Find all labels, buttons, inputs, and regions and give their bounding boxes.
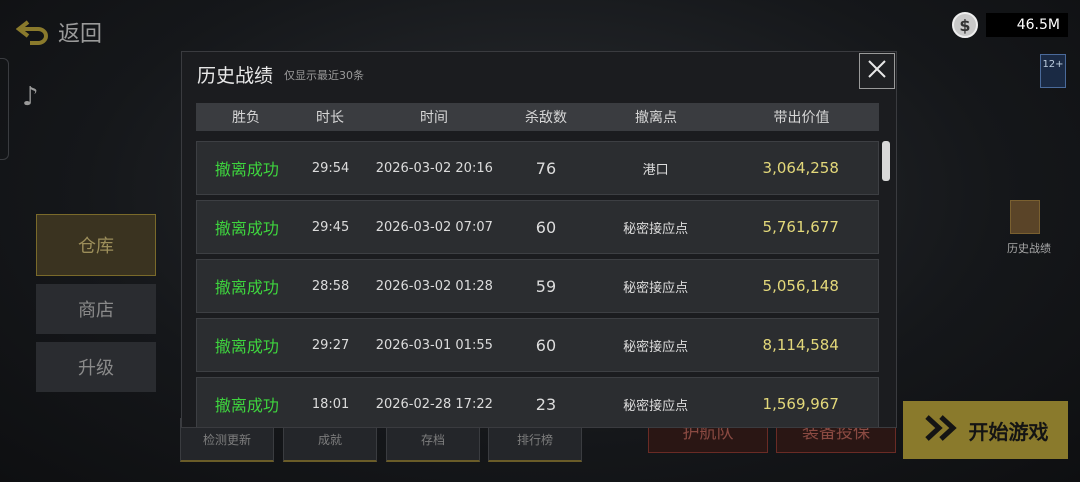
cell-time: 2026-03-01 01:55 [375, 337, 493, 353]
money-amount: 46.5M [986, 13, 1068, 37]
cell-value: 5,761,677 [762, 218, 839, 236]
cell-time: 2026-03-02 07:07 [375, 219, 493, 235]
col-result: 胜负 [232, 110, 260, 126]
modal-title: 历史战绩 [197, 65, 274, 87]
side-btn-warehouse[interactable]: 仓库 [36, 214, 156, 276]
cell-value: 8,114,584 [762, 336, 839, 354]
cell-kills: 60 [535, 217, 557, 237]
cell-kills: 23 [535, 394, 557, 414]
cell-value: 1,569,967 [762, 395, 839, 413]
scroll-icon[interactable] [1010, 200, 1040, 234]
close-icon [867, 59, 887, 83]
back-label: 返回 [58, 22, 103, 47]
cell-exit: 秘密接应点 [623, 280, 689, 296]
coin-icon: $ [952, 12, 978, 38]
double-arrow-icon [923, 413, 963, 448]
cell-time: 2026-03-02 01:28 [375, 278, 493, 294]
col-duration: 时长 [316, 110, 344, 126]
start-game-button[interactable]: 开始游戏 [903, 401, 1068, 459]
side-btn-shop[interactable]: 商店 [36, 284, 156, 334]
cell-time: 2026-02-28 17:22 [375, 396, 493, 412]
table-row[interactable]: 撤离成功 29:45 2026-03-02 07:07 60 秘密接应点 5,7… [196, 200, 879, 254]
cell-exit: 秘密接应点 [623, 339, 689, 355]
currency-display: $ 46.5M [952, 12, 1068, 38]
start-game-label: 开始游戏 [968, 419, 1049, 444]
cell-duration: 18:01 [311, 396, 350, 412]
modal-subtitle: 仅显示最近30条 [284, 69, 364, 82]
left-rail [0, 58, 9, 160]
cell-time: 2026-03-02 20:16 [375, 160, 493, 176]
scrollbar[interactable] [882, 141, 890, 181]
cell-duration: 29:54 [311, 160, 350, 176]
col-kills: 杀敌数 [525, 110, 567, 126]
cell-result: 撤离成功 [214, 337, 279, 356]
modal-header: 历史战绩 仅显示最近30条 [182, 52, 896, 92]
cell-value: 3,064,258 [762, 159, 839, 177]
table-header: 胜负 时长 时间 杀敌数 撤离点 带出价值 [196, 103, 879, 131]
cell-kills: 76 [535, 158, 557, 178]
table-row[interactable]: 撤离成功 29:54 2026-03-02 20:16 76 港口 3,064,… [196, 141, 879, 195]
music-note-icon[interactable]: ♪ [22, 82, 39, 112]
cell-exit: 秘密接应点 [623, 398, 689, 414]
table-body[interactable]: 撤离成功 29:54 2026-03-02 20:16 76 港口 3,064,… [196, 141, 879, 427]
table-row[interactable]: 撤离成功 28:58 2026-03-02 01:28 59 秘密接应点 5,0… [196, 259, 879, 313]
cell-result: 撤离成功 [214, 278, 279, 297]
cell-duration: 28:58 [311, 278, 350, 294]
cell-duration: 29:27 [311, 337, 350, 353]
cell-value: 5,056,148 [762, 277, 839, 295]
cell-kills: 59 [535, 276, 557, 296]
cell-exit: 秘密接应点 [623, 221, 689, 237]
cell-result: 撤离成功 [214, 396, 279, 415]
col-value: 带出价值 [773, 110, 830, 126]
back-arrow-icon [16, 19, 50, 45]
history-modal: 历史战绩 仅显示最近30条 胜负 时长 时间 杀敌数 撤离点 带出价值 撤离成功… [181, 51, 897, 428]
history-label[interactable]: 历史战绩 [1004, 240, 1054, 256]
cell-result: 撤离成功 [214, 219, 279, 238]
age-rating-badge: 12+ [1040, 54, 1066, 88]
table-row[interactable]: 撤离成功 18:01 2026-02-28 17:22 23 秘密接应点 1,5… [196, 377, 879, 427]
cell-result: 撤离成功 [214, 160, 279, 179]
close-button[interactable] [859, 53, 895, 89]
col-time: 时间 [420, 110, 448, 126]
table-row[interactable]: 撤离成功 29:27 2026-03-01 01:55 60 秘密接应点 8,1… [196, 318, 879, 372]
col-exit: 撤离点 [635, 110, 677, 126]
side-btn-upgrade[interactable]: 升级 [36, 342, 156, 392]
cell-duration: 29:45 [311, 219, 350, 235]
cell-kills: 60 [535, 335, 557, 355]
cell-exit: 港口 [642, 162, 669, 178]
back-button[interactable]: 返回 [16, 16, 102, 48]
